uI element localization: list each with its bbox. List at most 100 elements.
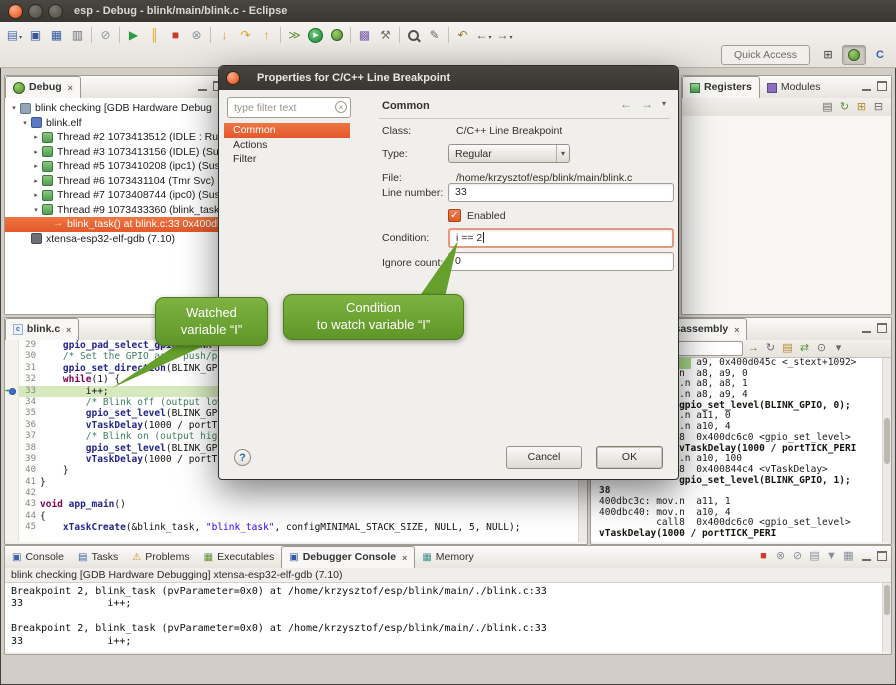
quick-access-button[interactable]: Quick Access <box>721 45 810 65</box>
cancel-button[interactable]: Cancel <box>506 446 582 469</box>
disconnect-button[interactable]: ⊗ <box>186 25 207 45</box>
console-scrollbar[interactable] <box>882 583 891 652</box>
type-dropdown[interactable]: Regular ▾ <box>448 144 570 163</box>
tab-modules[interactable]: Modules <box>760 77 828 98</box>
expand-icon[interactable]: ▸ <box>31 133 41 141</box>
expand-icon[interactable]: ▸ <box>31 162 41 170</box>
step-return-button[interactable]: ↑ <box>256 25 277 45</box>
show-type-names-icon[interactable]: ▤ <box>819 102 836 113</box>
debug-tree-row[interactable]: ▸Thread #2 1073413512 (IDLE : Runn <box>5 130 227 145</box>
tab-executables[interactable]: ▦Executables <box>197 547 282 568</box>
last-edit-location-button[interactable]: ↶ <box>452 25 473 45</box>
disassembly-scrollbar[interactable] <box>882 358 891 542</box>
tab-registers[interactable]: Registers <box>682 76 760 99</box>
ignore-count-field[interactable]: 0 <box>448 252 674 271</box>
tab-tasks[interactable]: ▤Tasks <box>71 547 125 568</box>
editor-line[interactable]: 44{ <box>5 511 579 522</box>
tab-problems[interactable]: ⚠Problems <box>125 547 196 568</box>
step-over-button[interactable]: ↷ <box>235 25 256 45</box>
enabled-checkbox[interactable]: ✓ <box>448 209 461 222</box>
tab-console[interactable]: ▣Console <box>5 547 71 568</box>
save-all-button[interactable]: ▦ <box>46 25 67 45</box>
forward-button[interactable]: →▾ <box>494 25 515 45</box>
disassembly-line[interactable]: vTaskDelay(1000 / portTICK_PERI <box>599 529 883 540</box>
save-button[interactable]: ▣ <box>25 25 46 45</box>
back-icon[interactable]: ← <box>620 98 632 110</box>
editor-line[interactable]: 45 xTaskCreate(&blink_task, "blink_task"… <box>5 522 579 533</box>
collapse-icon[interactable]: ▾ <box>9 104 19 112</box>
sync-icon[interactable]: ⇄ <box>796 343 813 354</box>
clear-console-icon[interactable]: ▤ <box>806 551 823 562</box>
help-button[interactable]: ? <box>234 449 251 466</box>
minimize-icon[interactable] <box>198 81 207 91</box>
dialog-nav-common[interactable]: Common <box>224 123 350 138</box>
minimize-icon[interactable] <box>862 551 871 561</box>
refresh-icon[interactable]: ↻ <box>836 102 853 113</box>
search-button[interactable] <box>403 25 424 45</box>
open-perspective-button[interactable]: ⊞ <box>816 45 840 65</box>
track-expression-icon[interactable]: ⊙ <box>813 343 830 354</box>
annotation-button[interactable]: ✎ <box>424 25 445 45</box>
window-close-button[interactable] <box>8 4 23 19</box>
open-console-icon[interactable]: ▦ <box>840 551 857 562</box>
skip-all-breakpoints-button[interactable]: ⊘ <box>95 25 116 45</box>
show-source-icon[interactable]: ▤ <box>779 343 796 354</box>
minimize-icon[interactable] <box>862 81 871 91</box>
minimize-icon[interactable] <box>862 323 871 333</box>
dialog-close-button[interactable] <box>226 71 240 85</box>
expand-icon[interactable]: ▸ <box>31 191 41 199</box>
close-tab-icon[interactable]: × <box>66 325 71 335</box>
terminate-icon[interactable]: ■ <box>755 551 772 562</box>
scroll-lock-icon[interactable]: ▼ <box>823 551 840 562</box>
resume-button[interactable]: ▶ <box>123 25 144 45</box>
dialog-nav-filter[interactable]: Filter <box>224 152 350 167</box>
expand-icon[interactable]: ▸ <box>31 148 41 156</box>
maximize-icon[interactable] <box>877 323 887 333</box>
dialog-nav-actions[interactable]: Actions <box>224 138 350 153</box>
filter-input[interactable] <box>227 97 351 118</box>
back-button[interactable]: ←▾ <box>473 25 494 45</box>
scrollbar-thumb[interactable] <box>884 585 890 615</box>
scrollbar-thumb[interactable] <box>884 418 890 464</box>
cpp-perspective-button[interactable]: C <box>868 45 892 65</box>
new-cpp-project-button[interactable]: ▩ <box>354 25 375 45</box>
maximize-icon[interactable] <box>877 551 887 561</box>
suspend-button[interactable]: ║ <box>144 25 165 45</box>
menu-icon[interactable]: ▾ <box>830 343 847 354</box>
debug-tree-row[interactable]: ▸Thread #5 1073410208 (ipc1) (Susp <box>5 159 227 174</box>
tab-debug[interactable]: Debug × <box>5 76 81 99</box>
tab-debugger-console[interactable]: ▣Debugger Console× <box>281 546 415 569</box>
instruction-stepping-button[interactable]: ≫ <box>284 25 305 45</box>
close-tab-icon[interactable]: × <box>734 325 739 335</box>
line-number-field[interactable]: 33 <box>448 183 674 202</box>
maximize-icon[interactable] <box>877 81 887 91</box>
print-button[interactable]: ▥ <box>67 25 88 45</box>
terminate-button[interactable]: ■ <box>165 25 186 45</box>
close-tab-icon[interactable]: × <box>402 553 407 563</box>
debug-tree-row[interactable]: ▾Thread #9 1073433360 (blink_task <box>5 203 227 218</box>
run-button[interactable]: ▶ <box>305 25 326 45</box>
clear-filter-icon[interactable]: × <box>335 101 347 113</box>
dropdown-icon[interactable]: ▾ <box>662 100 666 108</box>
home-icon[interactable]: → <box>745 343 762 354</box>
remove-all-launches-icon[interactable]: ⊘ <box>789 551 806 562</box>
debug-tree-row[interactable]: ▾blink.elf <box>5 116 227 131</box>
window-minimize-button[interactable] <box>28 4 43 19</box>
add-register-group-icon[interactable]: ⊞ <box>853 102 870 113</box>
remove-launch-icon[interactable]: ⊗ <box>772 551 789 562</box>
collapse-all-icon[interactable]: ⊟ <box>870 102 887 113</box>
expand-icon[interactable]: ▸ <box>31 177 41 185</box>
debug-tree-row[interactable]: ▾blink checking [GDB Hardware Debug <box>5 101 227 116</box>
window-maximize-button[interactable] <box>48 4 63 19</box>
collapse-icon[interactable]: ▾ <box>31 206 41 214</box>
debug-tree-row[interactable]: xtensa-esp32-elf-gdb (7.10) <box>5 232 227 247</box>
debug-perspective-button[interactable] <box>842 45 866 65</box>
new-wizard-button[interactable]: ▤▾ <box>4 25 25 45</box>
editor-line[interactable]: 43void app_main() <box>5 499 579 510</box>
debug-tree-row[interactable]: ▸Thread #3 1073413156 (IDLE) (Susp <box>5 145 227 160</box>
ok-button[interactable]: OK <box>596 446 663 469</box>
debug-tree-row[interactable]: →blink_task() at blink.c:33 0x400db <box>5 217 227 232</box>
build-button[interactable]: ⚒ <box>375 25 396 45</box>
step-into-button[interactable]: ↓ <box>214 25 235 45</box>
close-tab-icon[interactable]: × <box>68 83 73 93</box>
